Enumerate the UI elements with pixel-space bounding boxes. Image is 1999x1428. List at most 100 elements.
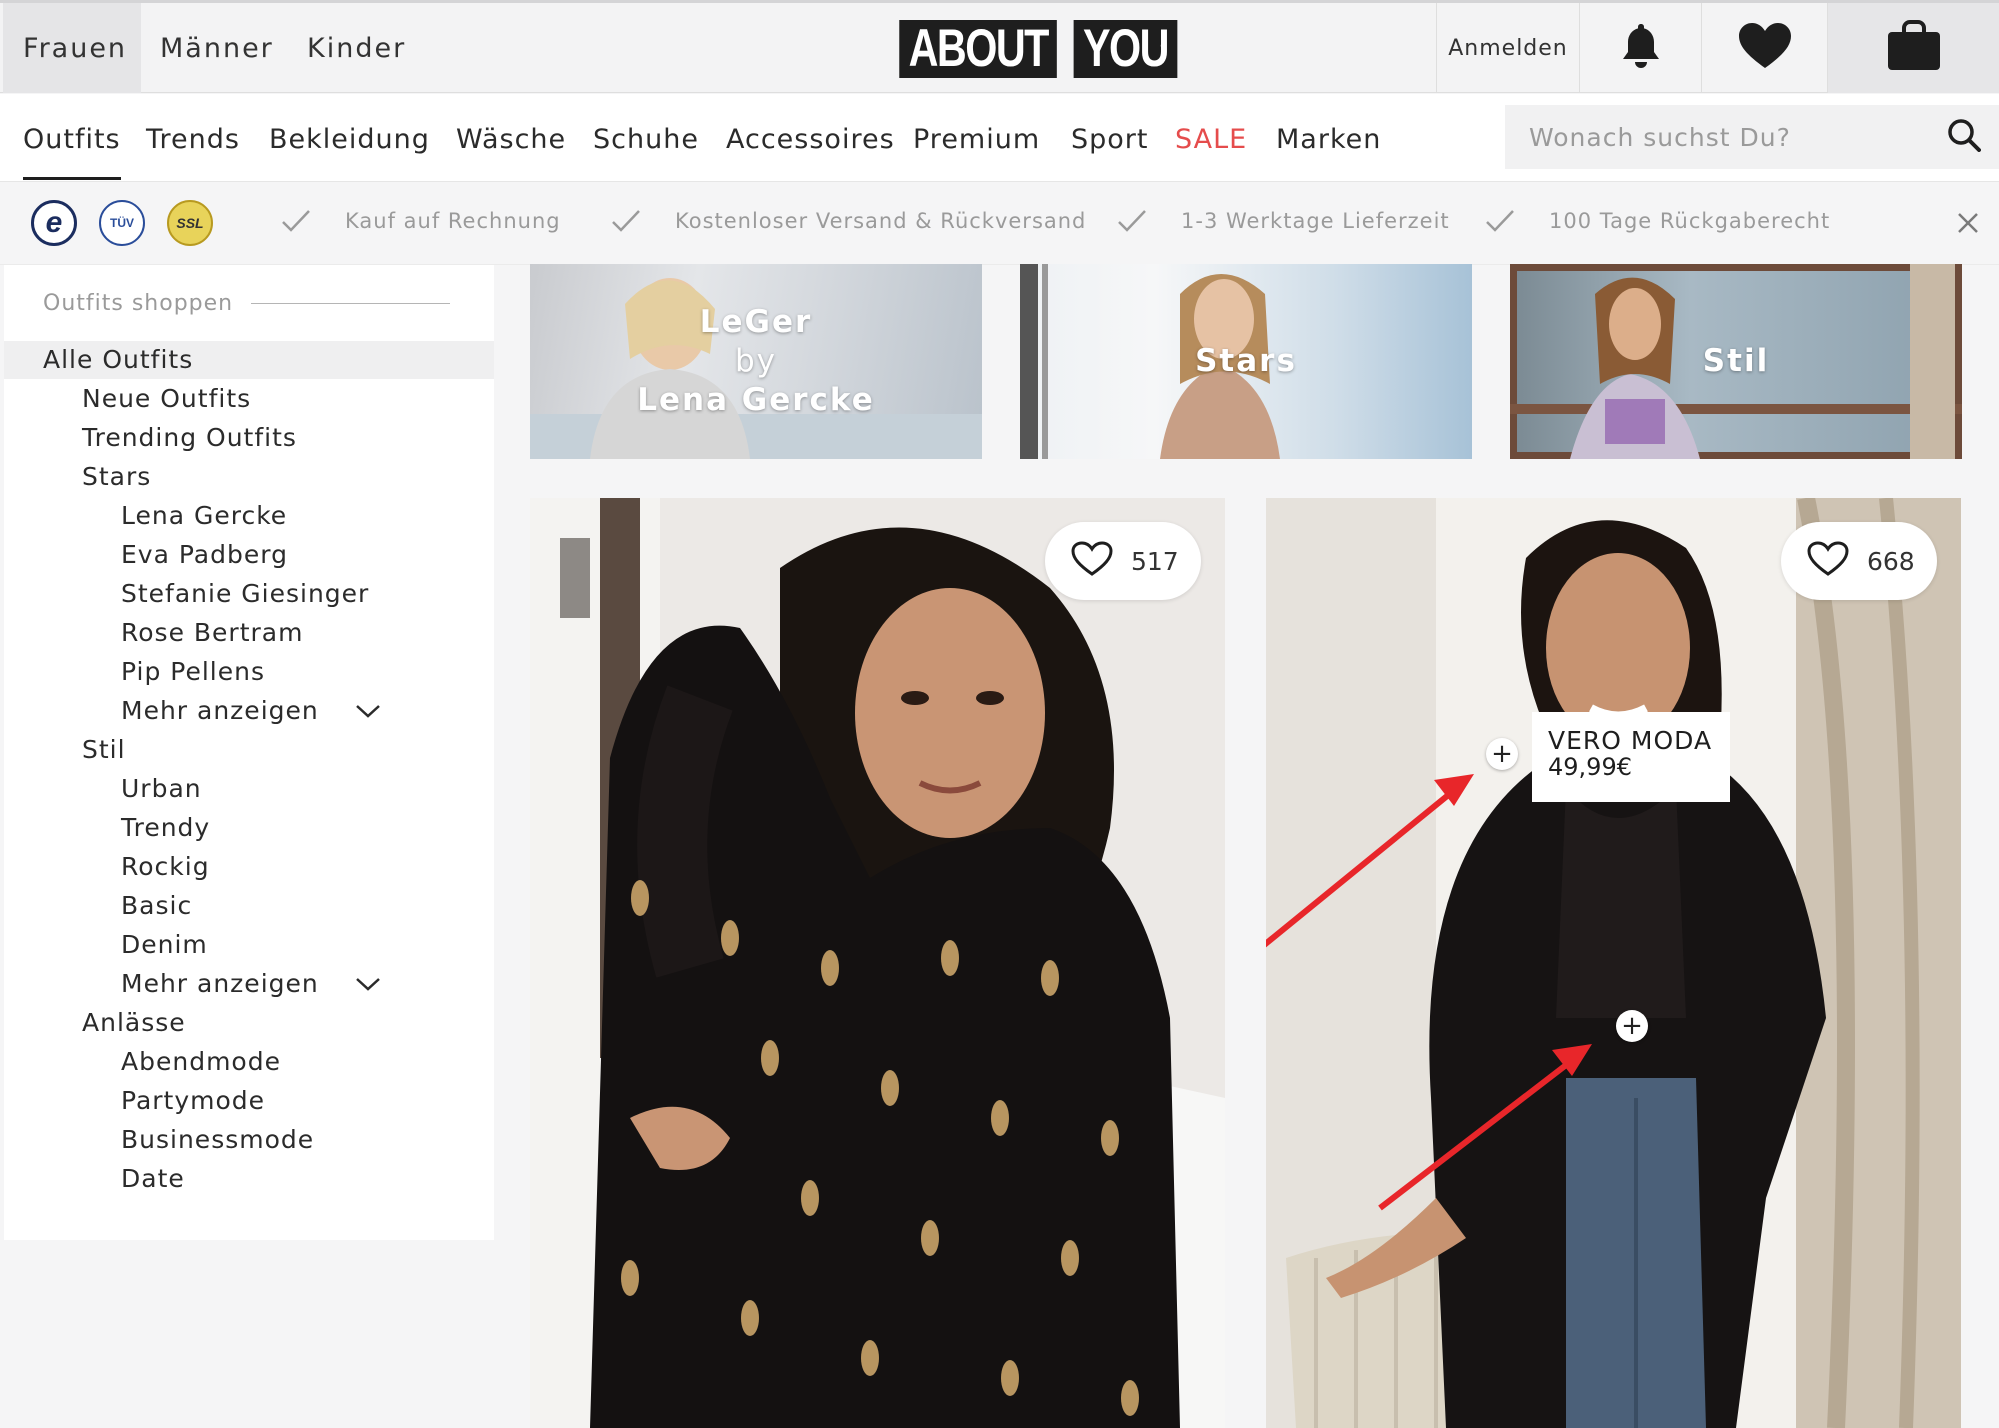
nav-trends[interactable]: Trends — [146, 124, 240, 177]
category-nav: Outfits Trends Bekleidung Wäsche Schuhe … — [0, 94, 1999, 182]
check-icon — [612, 210, 640, 232]
nav-bekleidung[interactable]: Bekleidung — [269, 124, 430, 177]
sidebar-item-abendmode[interactable]: Abendmode — [121, 1047, 281, 1076]
gender-tab-maenner[interactable]: Männer — [160, 3, 274, 93]
product-tag-price: 49,99€ — [1548, 753, 1632, 781]
sidebar-heading: Outfits shoppen — [43, 291, 451, 316]
teaser-stil[interactable]: Stil — [1510, 264, 1962, 459]
teaser-stars-title: Stars — [1195, 343, 1297, 379]
sidebar-item-pip-pellens[interactable]: Pip Pellens — [121, 657, 265, 686]
gender-tab-kinder[interactable]: Kinder — [307, 3, 406, 93]
chevron-down-icon — [355, 969, 381, 998]
teaser-lena-title: LeGer by Lena Gercke — [637, 303, 875, 420]
sidebar-item-rockig[interactable]: Rockig — [121, 852, 210, 881]
sidebar-item-mehr-anzeigen-stars[interactable]: Mehr anzeigen — [121, 696, 381, 725]
like-count-outfit-1: 517 — [1131, 546, 1179, 576]
outfit-card-2[interactable]: 668 + VERO MODA 49,99€ + — [1266, 498, 1961, 1428]
search-box — [1505, 105, 1999, 169]
teaser-lena-line3: Lena Gercke — [637, 382, 875, 418]
outfit-photo-2 — [1266, 498, 1961, 1428]
sidebar-item-urban[interactable]: Urban — [121, 774, 202, 803]
like-button-outfit-2[interactable]: 668 — [1781, 522, 1937, 600]
heart-outline-icon — [1071, 541, 1113, 581]
tuev-seal[interactable]: TÜV — [99, 200, 145, 246]
product-tag-vero-moda[interactable]: VERO MODA 49,99€ — [1532, 712, 1730, 802]
nav-sale[interactable]: SALE — [1175, 124, 1247, 177]
mehr-anzeigen-label: Mehr anzeigen — [121, 696, 319, 725]
product-tag-brand: VERO MODA — [1548, 726, 1713, 755]
outfit-photo-1 — [530, 498, 1225, 1428]
teaser-leger-by-lena-gercke[interactable]: LeGer by Lena Gercke — [530, 264, 982, 459]
sidebar-item-stil[interactable]: Stil — [82, 735, 126, 764]
top-header: Frauen Männer Kinder ABOUT YOU ° Anmelden — [0, 0, 1999, 93]
sidebar-item-eva-padberg[interactable]: Eva Padberg — [121, 540, 288, 569]
nav-accessoires[interactable]: Accessoires — [726, 124, 895, 177]
sidebar-item-rose-bertram[interactable]: Rose Bertram — [121, 618, 303, 647]
sidebar-item-anlaesse[interactable]: Anlässe — [82, 1008, 186, 1037]
product-hotspot-top[interactable]: + — [1616, 1010, 1648, 1042]
nav-outfits[interactable]: Outfits — [23, 124, 121, 180]
usp-delivery-time-label: 1-3 Werktage Lieferzeit — [1181, 209, 1450, 233]
teaser-lena-line2: by — [734, 343, 777, 379]
outfit-card-1[interactable]: 517 — [530, 498, 1225, 1428]
sidebar-item-basic[interactable]: Basic — [121, 891, 192, 920]
teaser-stil-title: Stil — [1702, 343, 1770, 379]
sidebar-item-alle-outfits[interactable]: Alle Outfits — [43, 345, 193, 374]
usp-delivery-time: 1-3 Werktage Lieferzeit — [1117, 209, 1450, 233]
usp-free-shipping-label: Kostenloser Versand & Rückversand — [675, 209, 1087, 233]
usp-return-policy-label: 100 Tage Rückgaberecht — [1549, 209, 1831, 233]
like-count-outfit-2: 668 — [1867, 546, 1915, 576]
check-icon — [1118, 210, 1146, 232]
close-icon[interactable] — [1957, 212, 1979, 238]
sidebar-heading-rule — [251, 303, 451, 304]
outfit-sidebar: Outfits shoppen Alle Outfits Neue Outfit… — [4, 265, 494, 1240]
teaser-lena-line1: LeGer — [699, 304, 813, 340]
sidebar-item-partymode[interactable]: Partymode — [121, 1086, 265, 1115]
logo-part-you: YOU ° — [1074, 20, 1178, 78]
heart-outline-icon — [1807, 541, 1849, 581]
sidebar-item-stefanie-giesinger[interactable]: Stefanie Giesinger — [121, 579, 369, 608]
trusted-shops-seal-label: e — [45, 206, 63, 239]
login-button[interactable]: Anmelden — [1436, 3, 1579, 93]
check-icon — [282, 210, 310, 232]
sidebar-heading-label: Outfits shoppen — [43, 291, 234, 316]
sidebar-item-date[interactable]: Date — [121, 1164, 185, 1193]
heart-icon — [1737, 22, 1793, 74]
nav-marken[interactable]: Marken — [1276, 124, 1381, 177]
mehr-anzeigen-label: Mehr anzeigen — [121, 969, 319, 998]
cart-button[interactable] — [1827, 3, 1999, 93]
search-input[interactable] — [1505, 105, 1925, 169]
ssl-seal[interactable]: SSL — [167, 200, 213, 246]
about-you-logo[interactable]: ABOUT YOU ° — [877, 20, 1192, 78]
bell-icon — [1620, 22, 1662, 74]
usp-invoice-label: Kauf auf Rechnung — [345, 209, 561, 233]
login-label: Anmelden — [1448, 35, 1568, 61]
sidebar-item-trending-outfits[interactable]: Trending Outfits — [82, 423, 297, 452]
search-icon[interactable] — [1947, 118, 1981, 156]
product-hotspot-jacket[interactable]: + — [1486, 738, 1518, 770]
sidebar-item-trendy[interactable]: Trendy — [121, 813, 210, 842]
sidebar-item-stars[interactable]: Stars — [82, 462, 151, 491]
nav-sport[interactable]: Sport — [1071, 124, 1148, 177]
nav-schuhe[interactable]: Schuhe — [593, 124, 699, 177]
sidebar-item-neue-outfits[interactable]: Neue Outfits — [82, 384, 251, 413]
usp-free-shipping: Kostenloser Versand & Rückversand — [611, 209, 1086, 233]
logo-part-about: ABOUT — [899, 20, 1058, 78]
nav-premium[interactable]: Premium — [913, 124, 1040, 177]
logo-degree-mark: ° — [1160, 40, 1167, 62]
sidebar-item-mehr-anzeigen-stil[interactable]: Mehr anzeigen — [121, 969, 381, 998]
wishlist-button[interactable] — [1701, 3, 1827, 93]
ssl-seal-label: SSL — [176, 215, 204, 231]
sidebar-item-lena-gercke[interactable]: Lena Gercke — [121, 501, 287, 530]
like-button-outfit-1[interactable]: 517 — [1045, 522, 1201, 600]
sidebar-item-denim[interactable]: Denim — [121, 930, 208, 959]
check-icon — [1486, 210, 1514, 232]
nav-waesche[interactable]: Wäsche — [456, 124, 566, 177]
chevron-down-icon — [355, 696, 381, 725]
teaser-stars[interactable]: Stars — [1020, 264, 1472, 459]
trusted-shops-seal[interactable]: e — [31, 200, 77, 246]
trust-bar: e TÜV SSL Kauf auf Rechnung Kostenloser … — [0, 183, 1999, 265]
gender-tab-frauen[interactable]: Frauen — [3, 3, 141, 93]
sidebar-item-businessmode[interactable]: Businessmode — [121, 1125, 314, 1154]
notifications-button[interactable] — [1579, 3, 1701, 93]
